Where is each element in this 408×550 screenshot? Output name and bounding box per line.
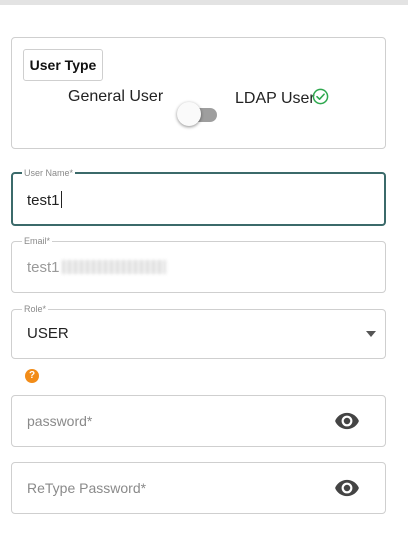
top-divider [0, 0, 408, 5]
password-field[interactable]: password* [11, 395, 386, 447]
toggle-knob[interactable] [177, 102, 201, 126]
eye-icon[interactable] [334, 408, 360, 434]
retype-password-field[interactable]: ReType Password* [11, 462, 386, 514]
user-type-toggle[interactable] [177, 102, 223, 128]
chevron-down-icon[interactable] [366, 331, 376, 337]
user-type-card: User Type General User LDAP User [11, 37, 386, 149]
email-redacted [61, 260, 166, 274]
general-user-label: General User [68, 88, 164, 105]
username-value: test1 [27, 192, 60, 209]
user-type-title: User Type [23, 49, 103, 81]
email-label: Email* [22, 235, 53, 247]
email-value-wrap: test1 [27, 259, 166, 276]
question-icon[interactable]: ? [25, 369, 39, 383]
ldap-user-label: LDAP User [235, 90, 315, 107]
password-placeholder: password* [27, 413, 93, 429]
email-field[interactable]: Email* test1 [11, 235, 386, 293]
email-value: test1 [27, 259, 60, 276]
role-value: USER [27, 325, 69, 342]
check-circle-icon [312, 88, 329, 105]
username-label: User Name* [22, 167, 76, 179]
role-label: Role* [22, 303, 49, 315]
eye-icon[interactable] [334, 475, 360, 501]
text-caret [60, 191, 62, 208]
username-value-wrap: test1 [27, 191, 62, 209]
role-select[interactable]: Role* USER [11, 303, 386, 359]
retype-password-placeholder: ReType Password* [27, 480, 147, 496]
username-field[interactable]: User Name* test1 [11, 167, 386, 226]
